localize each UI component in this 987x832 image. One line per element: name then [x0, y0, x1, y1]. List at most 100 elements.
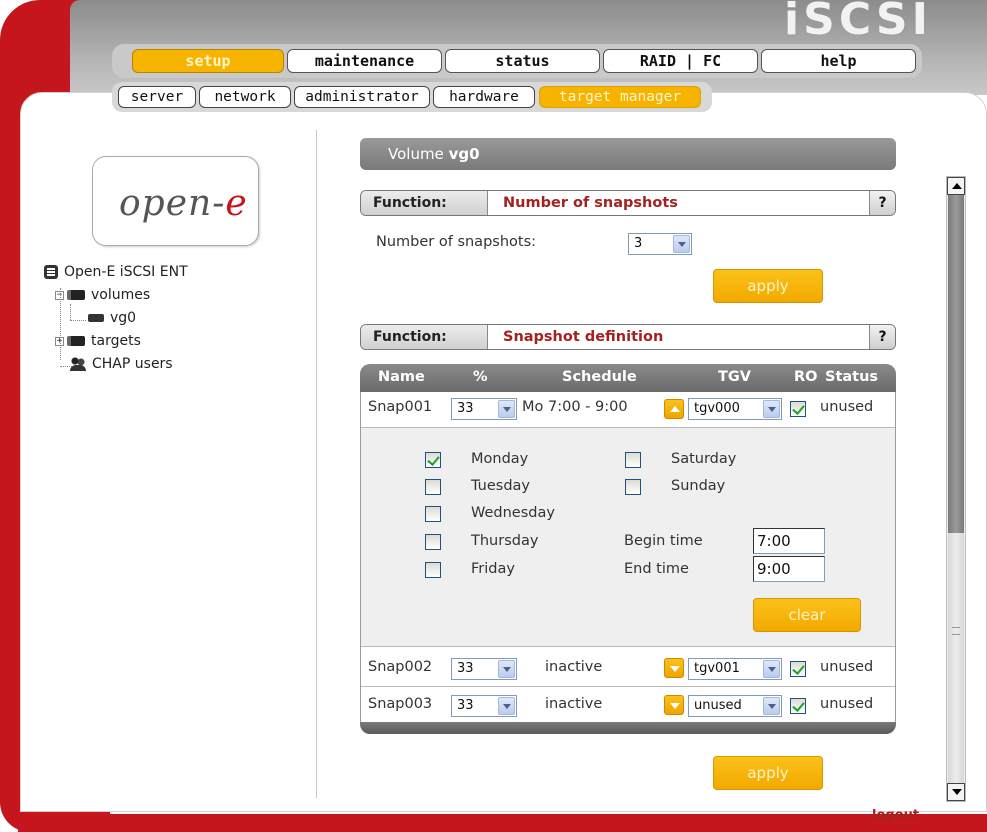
brand-logo: iSCSI	[784, 0, 932, 45]
chevron-down-icon	[763, 400, 780, 418]
wednesday-checkbox[interactable]	[425, 506, 441, 522]
col-ro: RO	[794, 369, 818, 385]
friday-label: Friday	[471, 561, 515, 577]
num-snapshots-select[interactable]: 3	[628, 233, 692, 255]
snap-schedule: Mo 7:00 - 9:00	[522, 399, 628, 415]
snap-schedule: inactive	[545, 659, 603, 675]
chevron-down-icon	[498, 400, 515, 418]
saturday-checkbox[interactable]	[625, 452, 641, 468]
help-button[interactable]: ?	[869, 191, 895, 215]
function-label: Function:	[361, 191, 488, 215]
end-time-input[interactable]: 9:00	[753, 556, 825, 582]
snap-name: Snap003	[368, 696, 433, 712]
function-snapshot-definition: Function: Snapshot definition ?	[360, 324, 896, 350]
snap-percent-select[interactable]: 33	[451, 695, 517, 717]
tree-targets[interactable]: + targets	[55, 333, 141, 349]
col-percent: %	[473, 369, 488, 385]
chevron-down-icon	[498, 660, 515, 678]
end-time-label: End time	[624, 561, 689, 577]
function-title: Snapshot definition	[503, 329, 664, 345]
chevron-down-icon	[673, 235, 690, 253]
tab-raid-fc[interactable]: RAID | FC	[603, 49, 758, 73]
tab-maintenance[interactable]: maintenance	[287, 49, 442, 73]
snap-ro-checkbox[interactable]	[790, 401, 806, 417]
saturday-label: Saturday	[671, 451, 737, 467]
open-e-logo: open-e	[92, 156, 259, 246]
tree-volumes[interactable]: − volumes	[55, 287, 150, 303]
tab-status[interactable]: status	[445, 49, 600, 73]
col-status: Status	[825, 369, 879, 385]
thursday-label: Thursday	[471, 533, 539, 549]
snap-tgv-select[interactable]: tgv001	[688, 658, 782, 680]
snap-name: Snap001	[368, 399, 433, 415]
folder-icon	[67, 336, 85, 346]
tab-help[interactable]: help	[761, 49, 916, 73]
chevron-down-icon	[498, 697, 515, 715]
apply-button[interactable]: apply	[713, 269, 823, 303]
monday-label: Monday	[471, 451, 529, 467]
scrollbar-track[interactable]	[948, 195, 964, 533]
snap-name: Snap002	[368, 659, 433, 675]
expand-icon[interactable]: +	[55, 336, 64, 346]
folder-icon	[67, 290, 85, 300]
friday-checkbox[interactable]	[425, 562, 441, 578]
apply-snapshot-definition-button[interactable]: apply	[713, 756, 823, 790]
tree-vg0[interactable]: vg0	[88, 310, 136, 326]
users-icon	[70, 357, 86, 371]
begin-time-label: Begin time	[624, 533, 703, 549]
snap-status: unused	[820, 399, 874, 415]
tuesday-checkbox[interactable]	[425, 479, 441, 495]
function-title: Number of snapshots	[503, 195, 678, 211]
grip-icon	[952, 627, 960, 635]
snap-schedule: inactive	[545, 696, 603, 712]
monday-checkbox[interactable]	[425, 452, 441, 468]
chevron-down-icon	[763, 660, 780, 678]
begin-time-input[interactable]: 7:00	[753, 528, 825, 554]
snap-ro-checkbox[interactable]	[790, 661, 806, 677]
expand-schedule-button[interactable]	[664, 658, 684, 678]
volume-header: Volume vg0	[360, 138, 896, 170]
subtab-server[interactable]: server	[118, 86, 196, 108]
snap-percent-select[interactable]: 33	[451, 398, 517, 420]
snapshot-table-footer	[360, 722, 896, 734]
vertical-scrollbar[interactable]	[946, 176, 966, 802]
help-button[interactable]: ?	[869, 325, 895, 349]
sunday-checkbox[interactable]	[625, 479, 641, 495]
wednesday-label: Wednesday	[471, 505, 555, 521]
subtab-hardware[interactable]: hardware	[433, 86, 535, 108]
scroll-down-icon[interactable]	[947, 783, 965, 801]
clear-button[interactable]: clear	[753, 598, 861, 632]
collapse-schedule-button[interactable]	[664, 399, 684, 419]
col-tgv: TGV	[718, 369, 752, 385]
subtab-network[interactable]: network	[199, 86, 291, 108]
server-icon	[44, 265, 58, 279]
col-name: Name	[378, 369, 425, 385]
function-label: Function:	[361, 325, 488, 349]
snapshot-table-header: Name % Schedule TGV RO Status	[360, 364, 896, 392]
tree-root[interactable]: Open-E iSCSI ENT	[44, 264, 188, 280]
tree-chap-users[interactable]: CHAP users	[70, 356, 173, 372]
chevron-down-icon	[763, 697, 780, 715]
subtab-target-manager[interactable]: target manager	[539, 86, 701, 108]
tree-connector	[70, 304, 71, 320]
num-snapshots-label: Number of snapshots:	[376, 234, 537, 250]
snap-tgv-select[interactable]: tgv000	[688, 398, 782, 420]
snap-status: unused	[820, 696, 874, 712]
logout-link[interactable]: logout	[872, 808, 919, 823]
col-schedule: Schedule	[562, 369, 637, 385]
tuesday-label: Tuesday	[471, 478, 530, 494]
panel-divider	[316, 130, 317, 798]
snap-ro-checkbox[interactable]	[790, 698, 806, 714]
snap-percent-select[interactable]: 33	[451, 658, 517, 680]
function-number-of-snapshots: Function: Number of snapshots ?	[360, 190, 896, 216]
subtab-administrator[interactable]: administrator	[294, 86, 430, 108]
tab-setup[interactable]: setup	[132, 49, 284, 73]
tree-connector	[70, 320, 86, 321]
snap-tgv-select[interactable]: unused	[688, 695, 782, 717]
collapse-icon[interactable]: −	[55, 290, 64, 300]
scrollbar-thumb[interactable]	[948, 533, 964, 785]
bottom-frame	[18, 814, 987, 832]
thursday-checkbox[interactable]	[425, 534, 441, 550]
scroll-up-icon[interactable]	[947, 177, 965, 195]
expand-schedule-button[interactable]	[664, 695, 684, 715]
